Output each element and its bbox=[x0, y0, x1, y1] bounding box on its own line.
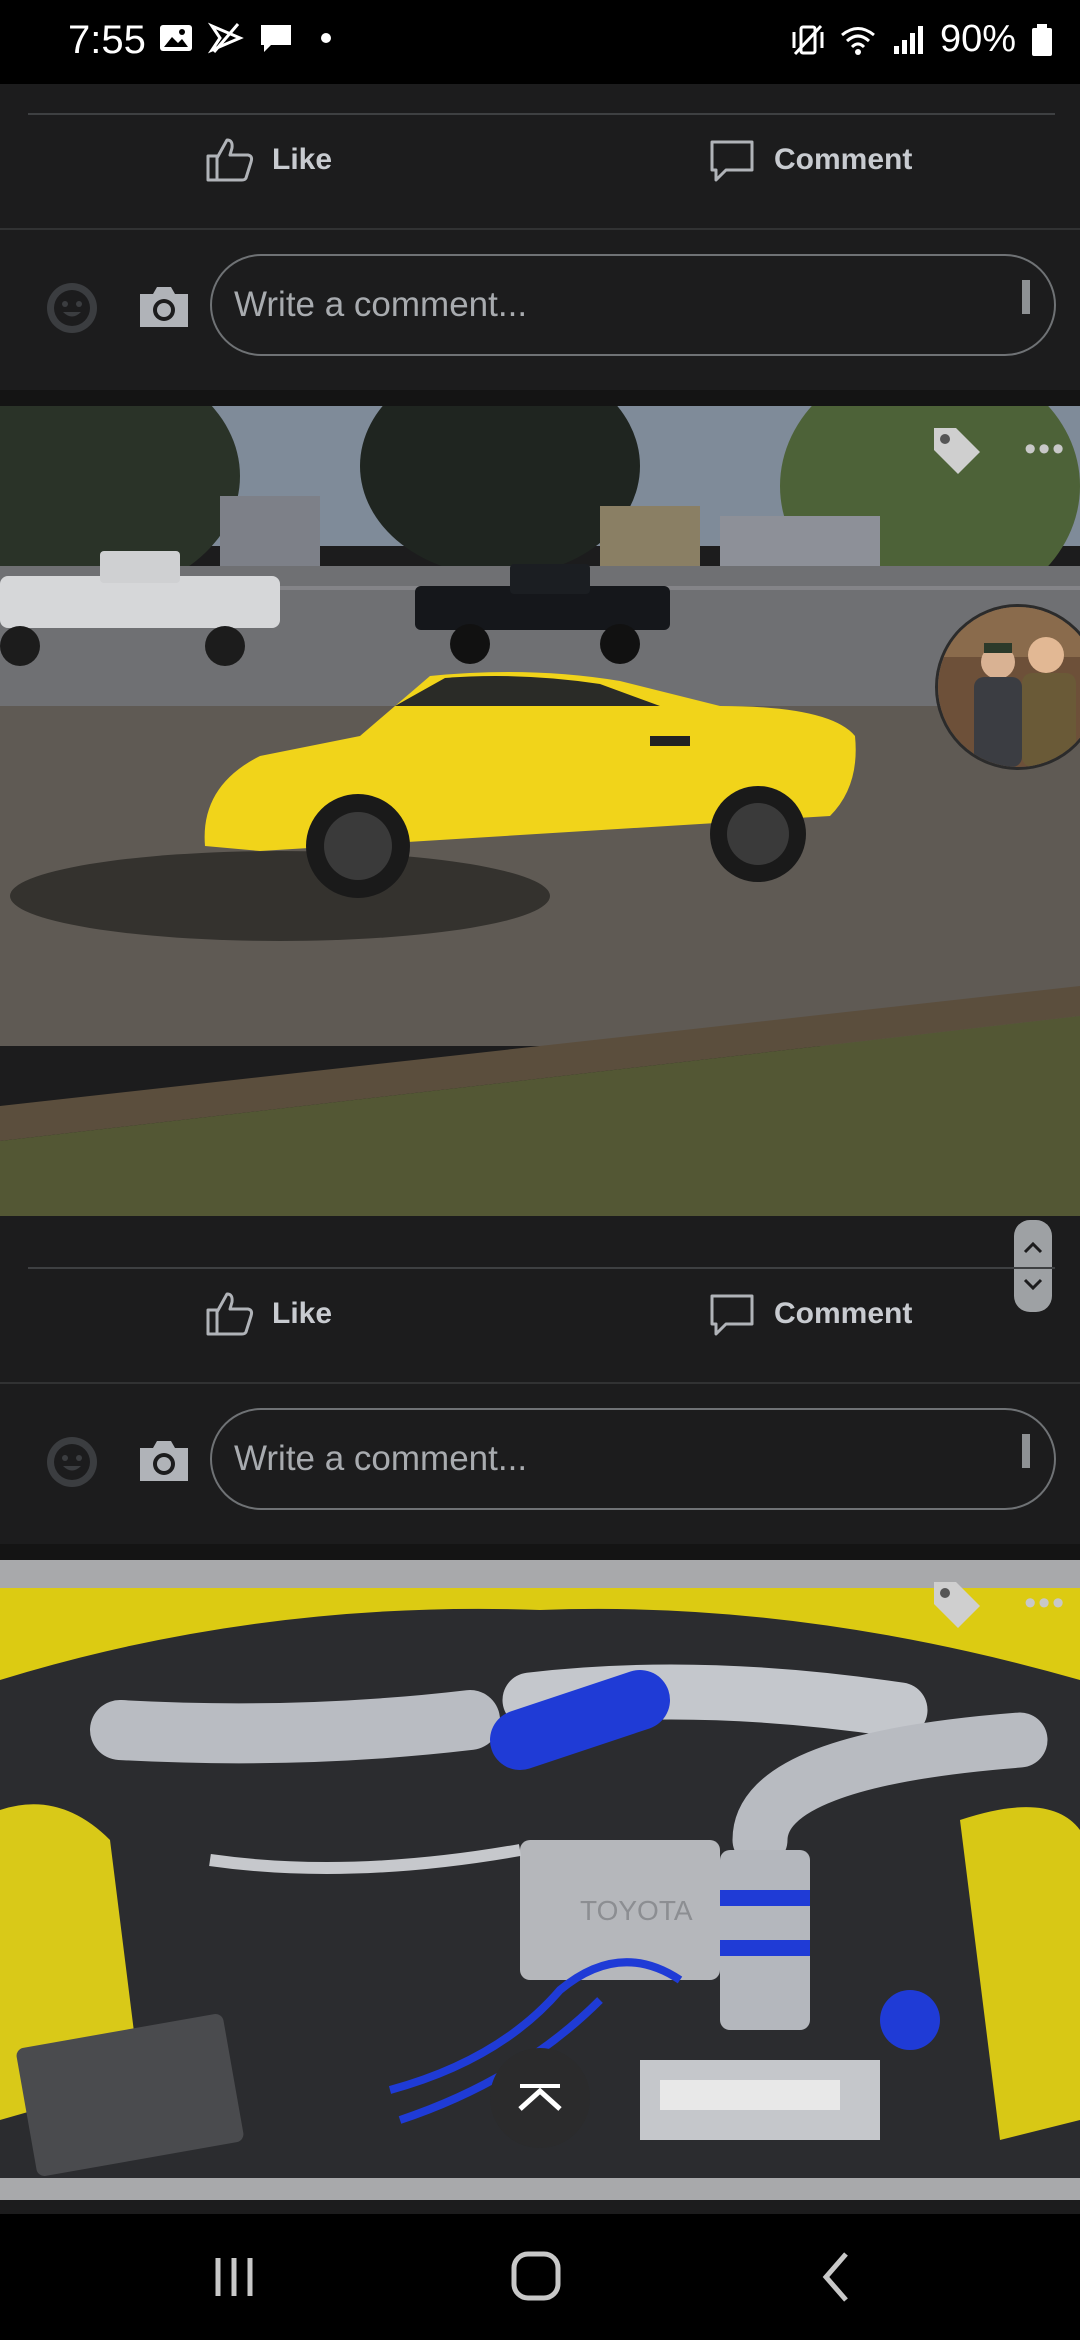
thumbs-up-icon bbox=[206, 1292, 254, 1336]
system-navigation-bar bbox=[0, 2214, 1080, 2340]
comment-placeholder: Write a comment... bbox=[234, 1439, 528, 1478]
comment-composer: Write a comment... bbox=[0, 244, 1080, 374]
tag-icon[interactable] bbox=[930, 1578, 984, 1632]
camera-icon[interactable] bbox=[138, 284, 190, 330]
post-separator bbox=[0, 390, 1080, 406]
gallery-icon bbox=[160, 25, 192, 51]
notification-icons bbox=[158, 20, 344, 56]
status-time: 7:55 bbox=[68, 18, 146, 62]
mute-arrow-icon bbox=[208, 22, 244, 54]
comment-input[interactable]: Write a comment... bbox=[210, 254, 1056, 356]
comment-placeholder: Write a comment... bbox=[234, 285, 528, 324]
comment-label: Comment bbox=[774, 143, 913, 176]
signal-icon bbox=[893, 25, 923, 54]
battery-percent: 90% bbox=[939, 18, 1016, 60]
comment-composer: Write a comment... bbox=[0, 1398, 1080, 1528]
more-options-icon[interactable]: ••• bbox=[1024, 430, 1066, 469]
post-actions: Like Comment bbox=[0, 105, 1080, 215]
post-actions: Like Comment bbox=[0, 1259, 1080, 1369]
vibrate-icon bbox=[792, 24, 824, 55]
message-icon bbox=[261, 25, 291, 52]
home-icon[interactable] bbox=[500, 2244, 572, 2310]
battery-icon bbox=[1032, 23, 1052, 56]
back-icon[interactable] bbox=[802, 2244, 874, 2310]
comment-button[interactable]: Comment bbox=[706, 1259, 912, 1369]
like-button[interactable]: Like bbox=[204, 105, 332, 215]
text-cursor bbox=[1022, 280, 1030, 314]
divider bbox=[0, 1382, 1080, 1384]
post-separator bbox=[0, 1544, 1080, 1560]
camera-icon[interactable] bbox=[138, 1438, 190, 1484]
comment-label: Comment bbox=[774, 1297, 913, 1330]
emoji-icon[interactable] bbox=[44, 1434, 100, 1490]
comment-button[interactable]: Comment bbox=[706, 105, 912, 215]
wifi-icon bbox=[840, 26, 875, 55]
thumbs-up-icon bbox=[206, 138, 254, 182]
divider bbox=[0, 228, 1080, 230]
status-bar: 7:55 90% bbox=[0, 0, 1080, 84]
yellow-sports-car-photo[interactable]: ••• bbox=[0, 406, 1080, 1216]
recent-apps-icon[interactable] bbox=[198, 2244, 270, 2310]
engine-plate-text: TOYOTA bbox=[580, 1895, 693, 1926]
system-icons: 90% bbox=[790, 18, 1054, 61]
like-button[interactable]: Like bbox=[204, 1259, 332, 1369]
comment-icon bbox=[710, 140, 754, 182]
like-label: Like bbox=[272, 143, 333, 176]
comment-input[interactable]: Write a comment... bbox=[210, 1408, 1056, 1510]
like-label: Like bbox=[272, 1297, 333, 1330]
tag-icon[interactable] bbox=[930, 424, 984, 478]
comment-icon bbox=[710, 1294, 754, 1336]
text-cursor bbox=[1022, 1434, 1030, 1468]
chevron-up-icon bbox=[518, 2084, 562, 2111]
more-options-icon[interactable]: ••• bbox=[1024, 1584, 1066, 1623]
dot-icon bbox=[321, 33, 331, 43]
scroll-to-top-button[interactable] bbox=[490, 2048, 590, 2148]
emoji-icon[interactable] bbox=[44, 280, 100, 336]
